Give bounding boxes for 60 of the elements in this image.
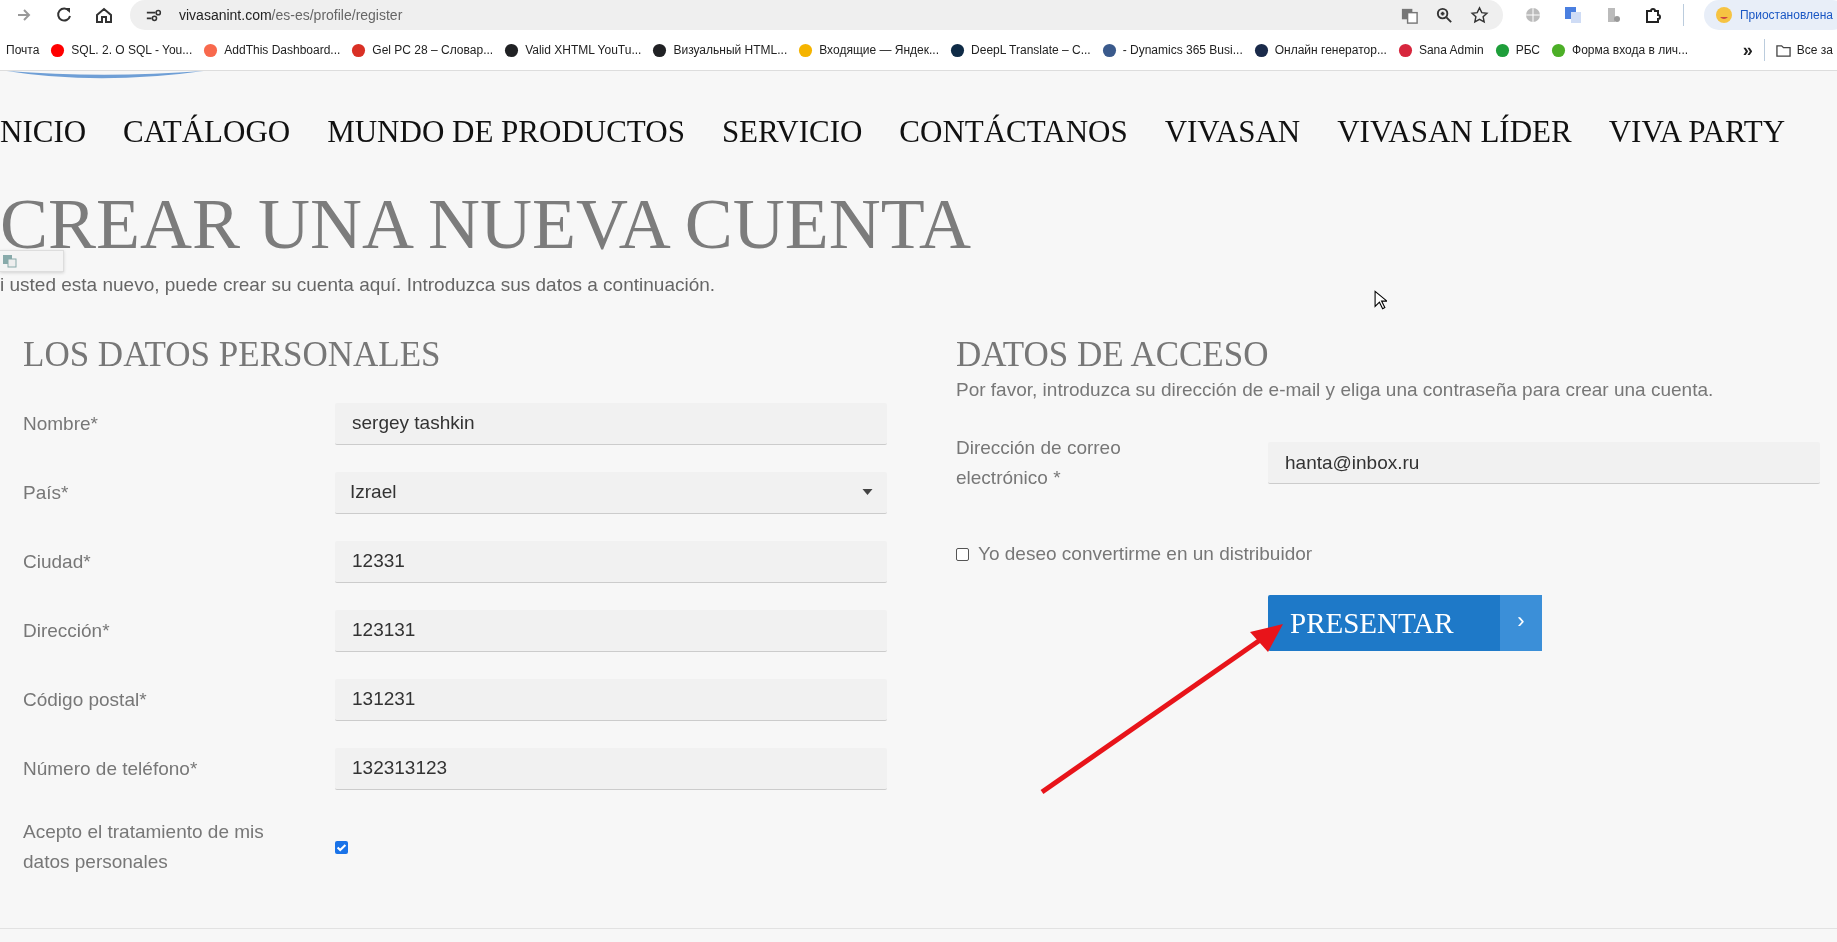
emoji-avatar-icon: [1713, 5, 1734, 25]
field-label: Dirección*: [23, 618, 111, 643]
nav-link[interactable]: CONTÁCTANOS: [899, 112, 1128, 152]
url-text: vivasanint.com/es-es/profile/register: [179, 7, 403, 23]
intro-text: i usted esta nuevo, puede crear su cuenta aquí. Introduzca sus datos a continuación.: [0, 274, 716, 296]
consent-label: Acepto el tratamiento de mis datos personales: [23, 820, 265, 874]
consent-checkbox[interactable]: [335, 840, 348, 854]
field-label: País*: [23, 480, 70, 505]
translate-extension-icon[interactable]: [1562, 5, 1583, 25]
nav-link[interactable]: CATÁLOGO: [123, 112, 291, 152]
field-label: Código postal*: [23, 687, 148, 712]
bookmark[interactable]: Форма входа в лич...: [1551, 42, 1689, 58]
zoom-icon[interactable]: [1434, 5, 1454, 25]
home-icon[interactable]: [94, 5, 114, 25]
page-title: CREAR UNA NUEVA CUENTA: [0, 198, 971, 250]
field-label: Nombre*: [23, 411, 99, 436]
star-icon[interactable]: [1469, 5, 1489, 25]
nav-link[interactable]: VIVASAN LÍDER: [1337, 112, 1572, 152]
bookmark[interactable]: SQL. 2. O SQL - You...: [50, 42, 193, 58]
bookmark[interactable]: Sana Admin: [1397, 42, 1484, 58]
input-field[interactable]: sergey tashkin: [335, 402, 887, 445]
reload-icon[interactable]: [54, 5, 74, 25]
bookmark[interactable]: Входящие — Яндек...: [798, 42, 940, 58]
distributor-checkbox[interactable]: [956, 547, 969, 561]
section-title: LOS DATOS PERSONALES: [23, 335, 441, 375]
field-label: Número de teléfono*: [23, 756, 199, 781]
submit-button[interactable]: PRESENTAR ›: [1268, 595, 1542, 651]
section-title: DATOS DE ACCESO: [956, 335, 1269, 375]
country-select[interactable]: Izrael: [335, 471, 887, 514]
access-intro-text: Por favor, introduzca su dirección de e-mail y eliga una contraseña para crear una cuenta.: [956, 378, 1715, 402]
bookmark[interactable]: Valid XHTML YouTu...: [504, 42, 642, 58]
input-field[interactable]: 123131: [335, 609, 887, 652]
field-label: Dirección de correo electrónico *: [956, 436, 1122, 490]
field-label: Ciudad*: [23, 549, 92, 574]
translate-icon: [2, 253, 18, 269]
nav-link[interactable]: NICIO: [0, 112, 87, 152]
address-bar[interactable]: vivasanint.com/es-es/profile/register: [130, 0, 1503, 30]
bookmark[interactable]: AddThis Dashboard...: [203, 42, 341, 58]
nav-link[interactable]: VIVA PARTY: [1608, 112, 1786, 152]
caret-icon: [862, 489, 873, 495]
bookmark[interactable]: - Dynamics 365 Busi...: [1101, 42, 1243, 58]
nav-link[interactable]: SERVICIO: [721, 112, 863, 152]
input-field[interactable]: 12331: [335, 540, 887, 583]
nav-link[interactable]: MUNDO DE PRODUCTOS: [327, 112, 685, 152]
email-field[interactable]: hanta@inbox.ru: [1268, 442, 1820, 484]
bookmark[interactable]: Онлайн генератор...: [1253, 42, 1387, 58]
nav-link[interactable]: VIVASAN: [1164, 112, 1301, 152]
input-field[interactable]: 131231: [335, 678, 887, 721]
folder-icon: [1775, 42, 1791, 58]
all-bookmarks-folder[interactable]: Все за: [1775, 42, 1833, 58]
mouse-cursor-icon: [1374, 290, 1387, 310]
bookmark[interactable]: Визуальный HTML...: [652, 42, 788, 58]
input-field[interactable]: 132313123: [335, 747, 887, 790]
bookmark[interactable]: DeepL Translate – C...: [950, 42, 1091, 58]
bookmark[interactable]: Gel PC 28 – Словар...: [351, 42, 494, 58]
distributor-label: Yo deseo convertirme en un distribuidor: [978, 542, 1313, 566]
bookmark[interactable]: Почта: [6, 43, 40, 57]
more-bookmarks-button[interactable]: »: [1742, 39, 1753, 61]
profile-button[interactable]: Приостановлена: [1703, 0, 1837, 30]
bookmark[interactable]: РБС: [1494, 42, 1541, 58]
